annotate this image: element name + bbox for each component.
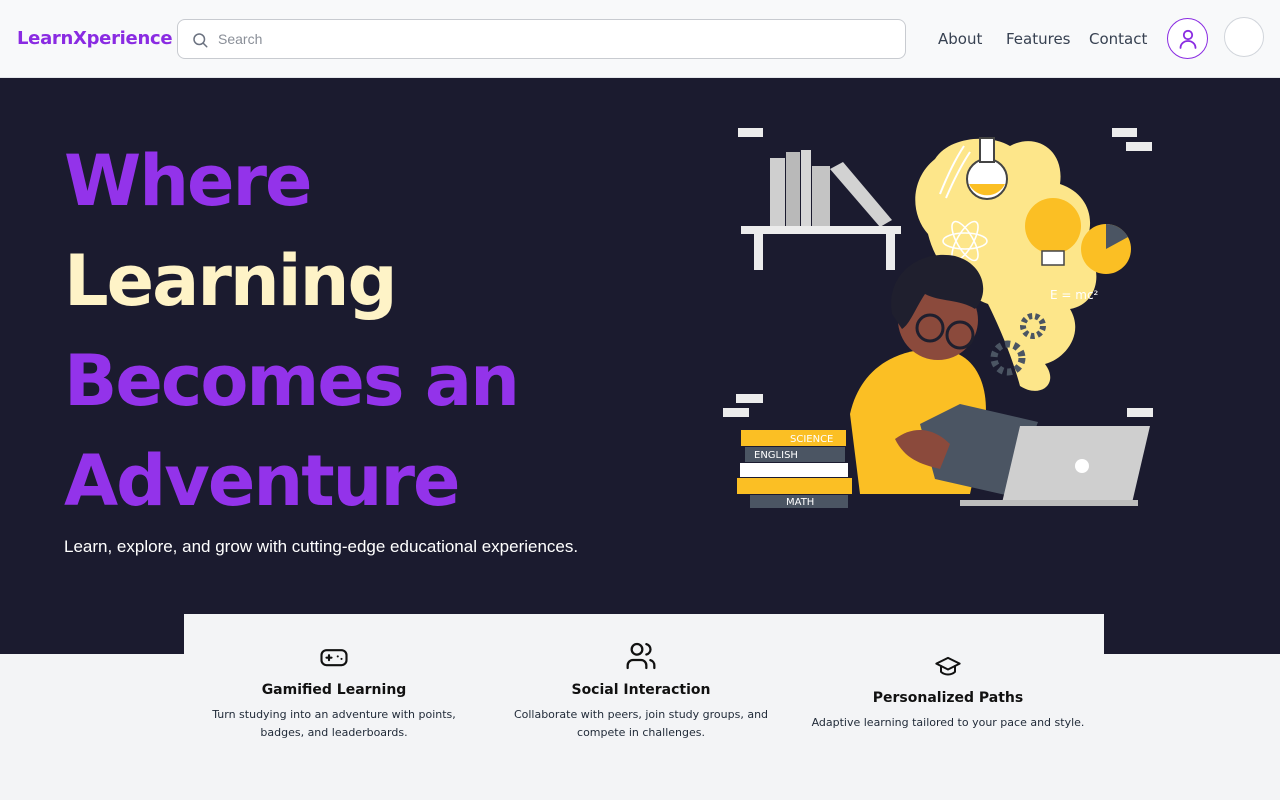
hero-section: Where Learning Becomes an Adventure Lear…: [0, 78, 1280, 654]
feature-title: Gamified Learning: [261, 682, 407, 698]
book-science-label: SCIENCE: [790, 434, 833, 445]
formula-text: E = mc²: [1050, 288, 1099, 302]
feature-personalized-paths: Personalized Paths Adaptive learning tai…: [798, 614, 1098, 732]
graduation-cap-icon: [935, 656, 961, 676]
book-math-label: MATH: [786, 497, 814, 508]
brand-logo[interactable]: LearnXperience: [17, 28, 173, 49]
hero-title-line-2: Learning: [64, 240, 398, 322]
feature-title: Personalized Paths: [872, 690, 1024, 706]
feature-description: Adaptive learning tailored to your pace …: [811, 716, 1085, 729]
feature-gamified-learning: Gamified Learning Turn studying into an …: [184, 614, 484, 742]
search-input[interactable]: [218, 28, 878, 50]
feature-description: Turn studying into an adventure with poi…: [212, 708, 456, 739]
nav-about-link[interactable]: About: [938, 30, 982, 48]
feature-description: Collaborate with peers, join study group…: [513, 708, 769, 739]
search-bar[interactable]: [177, 19, 906, 59]
user-icon: [1179, 29, 1196, 49]
profile-button[interactable]: [1167, 18, 1208, 59]
nav-features-link[interactable]: Features: [1006, 30, 1071, 48]
hero-title: Where Learning Becomes an Adventure: [64, 131, 520, 531]
gamepad-icon: [320, 649, 348, 667]
student-reading-illustration: E = mc² SCIENCE ENGLISH MATH: [723, 128, 1153, 508]
search-icon: [193, 33, 208, 48]
users-icon: [626, 642, 656, 670]
features-card: Gamified Learning Turn studying into an …: [184, 614, 1104, 800]
hero-title-line-4: Adventure: [64, 440, 461, 522]
hero-title-line-3: Becomes an: [64, 340, 520, 422]
theme-toggle-button[interactable]: [1224, 17, 1264, 57]
nav-contact-link[interactable]: Contact: [1089, 30, 1147, 48]
hero-title-line-1: Where: [64, 140, 313, 222]
hero-subtitle: Learn, explore, and grow with cutting-ed…: [64, 537, 579, 556]
feature-title: Social Interaction: [571, 682, 711, 698]
top-navbar: LearnXperience About Features Contact: [0, 0, 1280, 78]
book-english-label: ENGLISH: [754, 450, 798, 461]
feature-social-interaction: Social Interaction Collaborate with peer…: [491, 614, 791, 742]
